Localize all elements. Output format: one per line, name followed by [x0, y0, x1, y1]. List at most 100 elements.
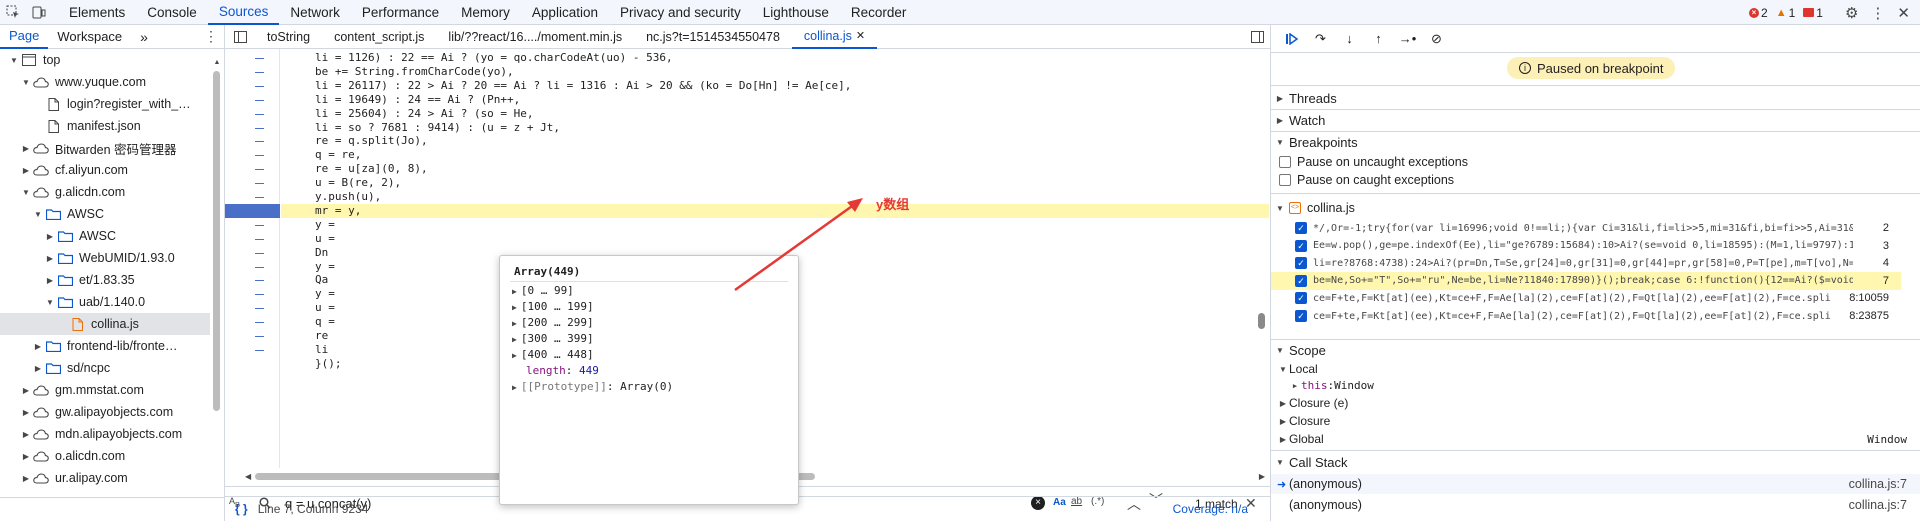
issue-count[interactable]: 1	[1803, 6, 1823, 20]
tree-item[interactable]: login?register_with_…	[0, 93, 210, 115]
tree-item[interactable]: ▶ mdn.alipayobjects.com	[0, 423, 210, 445]
file-tab[interactable]: content_script.js	[322, 25, 436, 49]
file-tab[interactable]: lib/??react/16..../moment.min.js	[436, 25, 634, 49]
array-chunk-row[interactable]: ▶ [200 … 299]	[512, 315, 594, 331]
device-toolbar-icon[interactable]	[26, 0, 52, 25]
tab-privacy-and-security[interactable]: Privacy and security	[609, 0, 752, 25]
code-line[interactable]: re = u[za](0, 8),	[281, 162, 1269, 176]
tree-item[interactable]: ▶ o.alicdn.com	[0, 445, 210, 467]
collapse-arrow-icon[interactable]: ▶	[20, 474, 32, 483]
tab-console[interactable]: Console	[136, 0, 208, 25]
tree-item[interactable]: ▶ gm.mmstat.com	[0, 379, 210, 401]
breakpoint-row[interactable]: ✓ ce=F+te,F=Kt[at](ee),Kt=ce+F,F=Ae[la](2…	[1271, 307, 1901, 325]
editor-vscrollbar[interactable]	[1258, 53, 1266, 468]
tree-item[interactable]: collina.js	[0, 313, 210, 335]
tree-item[interactable]: ▶ cf.aliyun.com	[0, 159, 210, 181]
breakpoint-row[interactable]: ✓ li=re?8768:4738):24>Ai?(pr=Dn,T=Se,gr[2…	[1271, 254, 1901, 272]
code-line[interactable]: re = q.split(Jo),	[281, 134, 1269, 148]
tab-elements[interactable]: Elements	[58, 0, 136, 25]
scope-local[interactable]: ▼ Local	[1271, 360, 1920, 378]
breakpoint-checkbox[interactable]: ✓	[1295, 222, 1307, 234]
tree-item[interactable]: ▶ frontend-lib/fronte…	[0, 335, 210, 357]
watch-section[interactable]: ▶ Watch	[1271, 109, 1920, 131]
deactivate-breakpoints-icon[interactable]: ⊘	[1424, 27, 1449, 51]
expand-arrow-icon[interactable]: ▼	[20, 78, 32, 87]
tree-item[interactable]: ▶ et/1.83.35	[0, 269, 210, 291]
tree-item[interactable]: ▼ AWSC	[0, 203, 210, 225]
navigator-menu-icon[interactable]: ⋮	[198, 28, 224, 45]
toggle-debugger-icon[interactable]	[1244, 30, 1270, 43]
breakpoint-row[interactable]: ✓ ce=F+te,F=Kt[at](ee),Kt=ce+F,F=Ae[la](2…	[1271, 289, 1901, 307]
array-chunk-row[interactable]: ▶ [100 … 199]	[512, 299, 594, 315]
resume-icon[interactable]	[1279, 27, 1304, 51]
line-gutter[interactable]	[225, 49, 280, 468]
breakpoints-section[interactable]: ▼ Breakpoints	[1271, 131, 1920, 153]
toggle-navigator-icon[interactable]	[225, 25, 255, 49]
more-tabs-icon[interactable]: »	[131, 25, 157, 49]
threads-section[interactable]: ▶ Threads	[1271, 87, 1920, 109]
breakpoint-row[interactable]: ✓ */,Or=-1;try{for(var li=16996;void 0!==…	[1271, 219, 1901, 237]
tree-item[interactable]: ▶ WebUMID/1.93.0	[0, 247, 210, 269]
settings-gear-icon[interactable]: ⚙	[1845, 4, 1858, 22]
tree-item[interactable]: ▼ g.alicdn.com	[0, 181, 210, 203]
collapse-arrow-icon[interactable]: ▶	[20, 166, 32, 175]
step-into-icon[interactable]: ↓	[1337, 27, 1362, 51]
close-tab-icon[interactable]: ✕	[856, 29, 865, 42]
file-tab[interactable]: toString	[255, 25, 322, 49]
pause-uncaught-checkbox[interactable]	[1279, 156, 1291, 168]
array-chunk-row[interactable]: ▶ [0 … 99]	[512, 283, 574, 299]
call-frame[interactable]: (anonymous) collina.js:7	[1271, 495, 1920, 515]
close-devtools-icon[interactable]: ✕	[1897, 4, 1910, 22]
tree-item[interactable]: ▼ www.yuque.com	[0, 71, 210, 93]
pause-caught-row[interactable]: Pause on caught exceptions	[1271, 171, 1920, 189]
call-stack-section[interactable]: ▼ Call Stack	[1271, 451, 1920, 473]
expand-arrow-icon[interactable]: ▼	[32, 210, 44, 219]
warning-count[interactable]: ▲ 1	[1776, 6, 1796, 20]
active-breakpoint-marker[interactable]	[225, 203, 280, 218]
tab-sources[interactable]: Sources	[207, 0, 280, 25]
code-line[interactable]: li = 1126) : 22 == Ai ? (yo = qo.charCod…	[281, 51, 1269, 65]
collapse-arrow-icon[interactable]: ▶	[44, 232, 56, 241]
inspect-element-icon[interactable]	[0, 0, 26, 25]
tree-item[interactable]: ▶ Bitwarden 密码管理器	[0, 137, 210, 159]
breakpoint-row[interactable]: ✓ be=Ne,So+="T",So+="ru",Ne=be,li=Ne?1184…	[1271, 271, 1901, 290]
code-line[interactable]: li = 25604) : 24 > Ai ? (so = He,	[281, 107, 1269, 121]
editor-vscroll-thumb[interactable]	[1258, 313, 1265, 329]
collapse-arrow-icon[interactable]: ▶	[20, 386, 32, 395]
code-line[interactable]: u = B(re, 2),	[281, 176, 1269, 190]
scope-section[interactable]: ▼ Scope	[1271, 339, 1920, 361]
pretty-print-icon[interactable]: { }	[225, 502, 258, 516]
pause-uncaught-row[interactable]: Pause on uncaught exceptions	[1271, 153, 1920, 171]
array-prototype-row[interactable]: ▶ [[Prototype]]: Array(0)	[512, 379, 673, 395]
collapse-arrow-icon[interactable]: ▶	[20, 452, 32, 461]
scope-closure-e[interactable]: ▶ Closure (e)	[1271, 394, 1920, 412]
breakpoint-checkbox[interactable]: ✓	[1295, 310, 1307, 322]
expand-arrow-icon[interactable]: ▼	[8, 56, 20, 65]
tree-item[interactable]: ▼ uab/1.140.0	[0, 291, 210, 313]
expand-arrow-icon[interactable]: ▼	[44, 298, 56, 307]
step-out-icon[interactable]: ↑	[1366, 27, 1391, 51]
array-chunk-row[interactable]: ▶ [400 … 448]	[512, 347, 594, 363]
breakpoint-checkbox[interactable]: ✓	[1295, 257, 1307, 270]
breakpoint-row[interactable]: ✓ Ee=w.pop(),ge=pe.indexOf(Ee),li="ge?678…	[1271, 237, 1901, 255]
tab-application[interactable]: Application	[521, 0, 609, 25]
array-chunk-row[interactable]: ▶ [300 … 399]	[512, 331, 594, 347]
tree-item[interactable]: ▼ top	[0, 49, 210, 71]
tab-memory[interactable]: Memory	[450, 0, 521, 25]
step-over-icon[interactable]: ↷	[1308, 27, 1333, 51]
tree-item[interactable]: ▶ sd/ncpc	[0, 357, 210, 379]
code-line[interactable]: q = re,	[281, 148, 1269, 162]
tab-workspace[interactable]: Workspace	[48, 25, 131, 49]
tab-page[interactable]: Page	[0, 25, 49, 49]
tab-performance[interactable]: Performance	[351, 0, 450, 25]
collapse-arrow-icon[interactable]: ▶	[32, 342, 44, 351]
breakpoint-checkbox[interactable]: ✓	[1295, 239, 1307, 252]
error-count[interactable]: × 2	[1749, 6, 1768, 20]
coverage-status[interactable]: Coverage: n/a	[1173, 502, 1270, 516]
scope-this[interactable]: ▶ this: Window	[1271, 377, 1920, 394]
navigator-scrollbar-thumb[interactable]	[213, 71, 220, 411]
collapse-arrow-icon[interactable]: ▶	[44, 276, 56, 285]
scope-closure[interactable]: ▶ Closure	[1271, 412, 1920, 430]
breakpoint-checkbox[interactable]: ✓	[1295, 292, 1307, 305]
navigator-scrollbar[interactable]: ▲	[212, 59, 221, 481]
